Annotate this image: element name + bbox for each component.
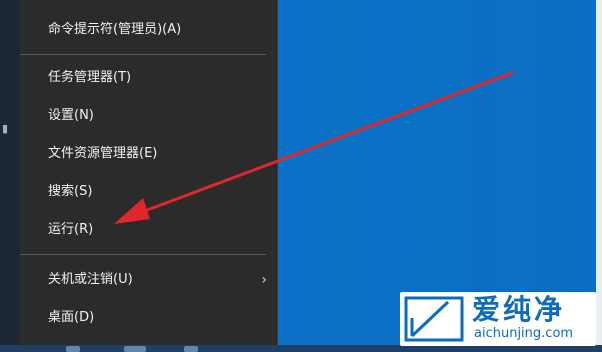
aichunjing-logo-icon bbox=[404, 296, 464, 342]
arrow-shaft bbox=[140, 71, 514, 214]
watermark-url: aichunjing.com bbox=[474, 326, 574, 341]
watermark-brand: 爱纯净 bbox=[472, 293, 566, 326]
watermark-badge: 爱纯净 aichunjing.com bbox=[400, 292, 596, 346]
arrow-head bbox=[114, 198, 150, 224]
